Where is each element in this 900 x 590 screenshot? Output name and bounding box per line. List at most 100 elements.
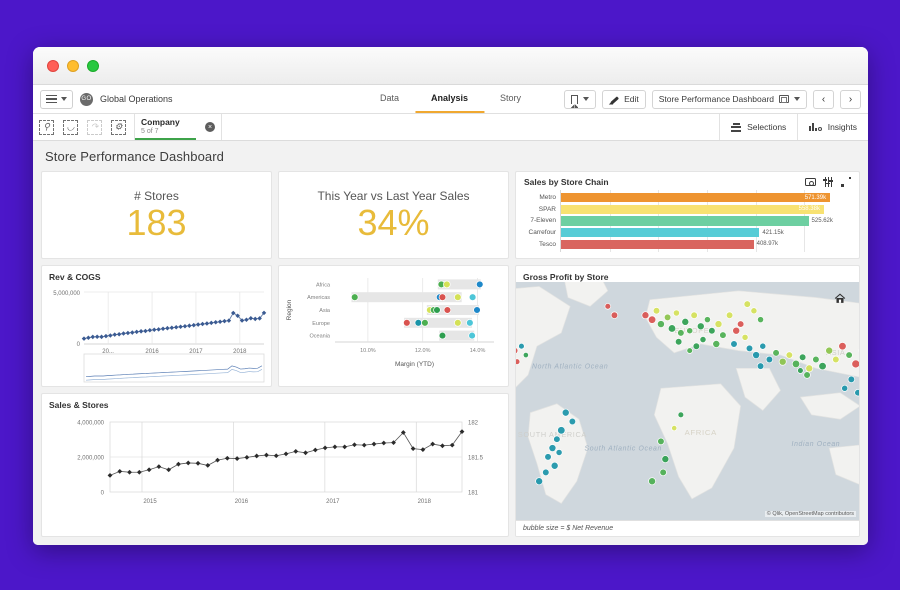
data-point[interactable]: [454, 319, 462, 327]
map-bubble[interactable]: [847, 375, 855, 384]
map-bubble[interactable]: [648, 477, 656, 486]
map-bubble[interactable]: [759, 342, 767, 350]
data-point[interactable]: [146, 467, 152, 473]
data-point[interactable]: [112, 332, 117, 337]
data-point[interactable]: [205, 462, 211, 468]
data-point[interactable]: [130, 330, 135, 335]
data-point[interactable]: [454, 293, 462, 301]
map-bubble[interactable]: [825, 346, 834, 355]
map-bubble[interactable]: [672, 309, 680, 317]
map-bubble[interactable]: [851, 359, 859, 369]
data-point[interactable]: [125, 330, 131, 336]
data-point[interactable]: [94, 334, 100, 339]
data-point[interactable]: [99, 334, 104, 340]
data-point[interactable]: [252, 316, 258, 322]
data-point[interactable]: [222, 318, 227, 324]
map-bubble[interactable]: [752, 351, 761, 359]
map-bubble[interactable]: [568, 417, 577, 426]
map-bubble[interactable]: [604, 303, 612, 310]
chart-bar-row[interactable]: 558.38k: [561, 204, 853, 216]
data-point[interactable]: [468, 293, 477, 301]
data-point[interactable]: [191, 322, 197, 328]
selection-search-icon[interactable]: ⚲: [39, 119, 54, 135]
sheet-selector-button[interactable]: Store Performance Dashboard: [651, 89, 807, 109]
map-bubble[interactable]: [730, 340, 738, 348]
data-point[interactable]: [156, 464, 162, 470]
data-point[interactable]: [209, 320, 214, 326]
data-point[interactable]: [248, 315, 254, 321]
map-bubble[interactable]: [845, 351, 853, 359]
map-bubble[interactable]: [518, 342, 525, 350]
data-point[interactable]: [134, 329, 139, 335]
data-point[interactable]: [182, 323, 188, 329]
data-point[interactable]: [108, 333, 113, 338]
data-point[interactable]: [440, 443, 445, 449]
navigation-menu-button[interactable]: [40, 89, 73, 109]
data-point[interactable]: [217, 319, 223, 325]
data-point[interactable]: [187, 323, 192, 328]
map-bubble[interactable]: [785, 351, 793, 359]
chart-bar[interactable]: 558.38k: [561, 204, 824, 214]
data-point[interactable]: [303, 450, 308, 456]
data-point[interactable]: [475, 280, 484, 289]
map-bubble[interactable]: [692, 342, 701, 350]
tab-story[interactable]: Story: [484, 85, 537, 113]
map-bubble[interactable]: [757, 316, 764, 324]
map-canvas[interactable]: North Atlantic Ocean South Atlantic Ocean…: [516, 282, 859, 520]
map-bubble[interactable]: [677, 411, 685, 419]
snapshot-icon[interactable]: [804, 178, 816, 186]
data-point[interactable]: [312, 447, 318, 453]
map-bubble[interactable]: [803, 371, 811, 379]
data-point[interactable]: [352, 442, 357, 448]
map-bubble[interactable]: [765, 355, 774, 364]
map-bubble[interactable]: [854, 389, 859, 397]
data-point[interactable]: [473, 306, 481, 314]
map-bubble[interactable]: [667, 324, 677, 333]
data-point[interactable]: [86, 335, 91, 341]
map-bubble[interactable]: [745, 344, 754, 353]
data-point[interactable]: [147, 328, 153, 333]
map-bubble[interactable]: [791, 359, 801, 369]
data-point[interactable]: [466, 319, 474, 327]
data-point[interactable]: [117, 468, 123, 474]
maximize-window-button[interactable]: [87, 59, 99, 72]
data-point[interactable]: [438, 293, 447, 301]
kpi-card-yoy-sales[interactable]: This Year vs Last Year Sales 34%: [278, 171, 509, 259]
data-point[interactable]: [410, 446, 416, 452]
data-point[interactable]: [200, 321, 205, 327]
data-point[interactable]: [244, 317, 249, 323]
data-point[interactable]: [468, 331, 476, 340]
map-bubble[interactable]: [798, 353, 807, 361]
map-attribution[interactable]: © Qlik, OpenStreetMap contributors: [764, 511, 856, 517]
data-point[interactable]: [244, 454, 250, 460]
data-point[interactable]: [254, 453, 260, 459]
map-bubble[interactable]: [663, 313, 672, 322]
map-bubble[interactable]: [557, 426, 566, 435]
map-bubble[interactable]: [677, 329, 685, 337]
data-point[interactable]: [403, 319, 411, 327]
map-bubble[interactable]: [841, 384, 849, 392]
data-point[interactable]: [430, 441, 436, 447]
map-bubble[interactable]: [703, 316, 711, 324]
chart-card-sales-by-store-chain[interactable]: Sales by Store Chain Metro SPAR 7-Eleven Ca…: [515, 171, 860, 259]
data-point[interactable]: [322, 445, 328, 451]
map-bubble[interactable]: [712, 340, 721, 348]
map-bubble[interactable]: [686, 347, 693, 354]
map-bubble[interactable]: [732, 326, 741, 335]
map-bubble[interactable]: [657, 437, 665, 446]
data-point[interactable]: [195, 322, 201, 327]
data-point[interactable]: [176, 461, 181, 467]
map-bubble[interactable]: [805, 364, 814, 373]
close-window-button[interactable]: [47, 59, 59, 72]
chart-bar-row[interactable]: 525.62k: [561, 215, 853, 227]
map-bubble[interactable]: [681, 317, 690, 326]
data-point[interactable]: [127, 469, 132, 475]
data-point[interactable]: [136, 469, 142, 475]
data-point[interactable]: [169, 325, 175, 331]
fullscreen-icon[interactable]: [841, 177, 851, 187]
map-bubble[interactable]: [772, 349, 780, 357]
tab-data[interactable]: Data: [364, 85, 415, 113]
map-bubble[interactable]: [750, 307, 758, 315]
chart-settings-icon[interactable]: [822, 177, 835, 187]
previous-sheet-button[interactable]: ‹: [813, 89, 834, 109]
